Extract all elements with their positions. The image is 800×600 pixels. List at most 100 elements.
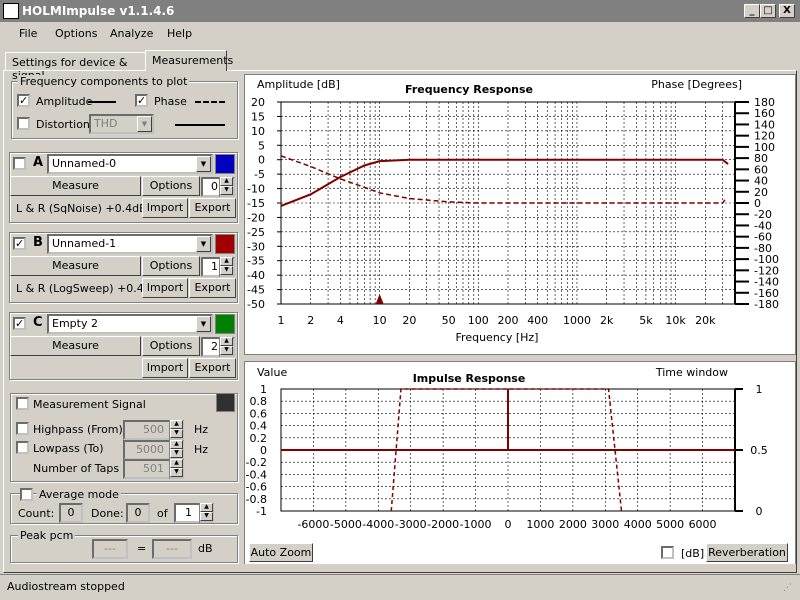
tab-measurements[interactable]: Measurements — [145, 50, 233, 71]
taps-spinner[interactable]: ▲ ▼ — [169, 459, 183, 479]
signal-color-swatch[interactable] — [216, 393, 235, 412]
frequency-response-panel[interactable]: Amplitude [dB] Phase [Degrees] Frequency R… — [244, 74, 796, 355]
close-button[interactable]: X — [779, 4, 795, 18]
menu-options[interactable]: Options — [55, 27, 97, 40]
x-tick-label: 10 — [373, 314, 387, 327]
peak-value-left: --- — [92, 539, 128, 559]
distortion-checkbox[interactable] — [17, 117, 30, 130]
y-tick-label: -40 — [247, 269, 265, 282]
impulse-response-panel[interactable]: ValueTime windowImpulse ResponseDistance… — [244, 361, 796, 564]
options-button[interactable]: Options — [142, 336, 200, 356]
tab-settings[interactable]: Settings for device & signal — [5, 52, 146, 82]
highpass-spinner[interactable]: ▲ ▼ — [169, 420, 183, 440]
done-value: 0 — [126, 503, 150, 523]
menu-help[interactable]: Help — [167, 27, 192, 40]
y-tick-label: -30 — [247, 240, 265, 253]
x-tick-label: 10k — [665, 314, 686, 327]
measure-button[interactable]: Measure — [10, 336, 141, 356]
y-tick-label: 15 — [251, 110, 265, 123]
maximize-button[interactable]: □ — [760, 4, 776, 18]
export-button[interactable]: Export — [189, 358, 236, 378]
y-tick-label: -45 — [247, 284, 265, 297]
status-text: Audiostream stopped — [7, 580, 125, 593]
x-tick-label: -1000 — [460, 518, 492, 531]
y2-axis-title: Time window — [655, 366, 728, 379]
x-tick-label: 100 — [468, 314, 489, 327]
lowpass-spinner[interactable]: ▲ ▼ — [169, 440, 183, 460]
highpass-checkbox[interactable] — [16, 422, 29, 435]
measurement-name-select[interactable]: Unnamed-1 ▼ — [47, 234, 213, 254]
x-tick-label: 1000 — [526, 518, 554, 531]
average-label: Average mode — [37, 488, 121, 501]
impulse-curve — [281, 389, 735, 451]
options-button[interactable]: Options — [142, 256, 200, 276]
measurement-name-select[interactable]: Unnamed-0 ▼ — [47, 154, 213, 174]
y-axis-title: Amplitude [dB] — [257, 78, 340, 91]
y-tick-label: -0.4 — [246, 468, 267, 481]
x-tick-label: 2000 — [559, 518, 587, 531]
options-button[interactable]: Options — [142, 176, 200, 196]
import-button[interactable]: Import — [142, 198, 188, 218]
count-label: Count: — [18, 507, 55, 520]
x-tick-label: 400 — [527, 314, 548, 327]
resize-grip-icon[interactable]: ⋰ — [783, 583, 792, 593]
y-tick-label: -0.6 — [246, 481, 267, 494]
peak-label: Peak pcm — [18, 529, 76, 542]
y-tick-label: -0.8 — [246, 493, 267, 506]
x-tick-label: 200 — [498, 314, 519, 327]
measurement-checkbox[interactable]: ✓ — [13, 317, 26, 330]
measure-button[interactable]: Measure — [10, 176, 141, 196]
measurement-checkbox[interactable]: ✓ — [13, 237, 26, 250]
import-button[interactable]: Import — [142, 358, 188, 378]
auto-zoom-button[interactable]: Auto Zoom — [249, 543, 313, 562]
measurement-index-spinner[interactable]: ▲ ▼ — [219, 337, 233, 357]
measurement-color-swatch[interactable] — [215, 234, 235, 254]
x-tick-label: 3000 — [591, 518, 619, 531]
phase-checkbox[interactable]: ✓ — [135, 94, 148, 107]
menu-analyze[interactable]: Analyze — [110, 27, 153, 40]
reverberation-button[interactable]: Reverberation — [706, 543, 788, 562]
db-checkbox[interactable] — [661, 546, 674, 559]
y2-tick-label: -180 — [754, 298, 779, 311]
minimize-button[interactable]: _ — [744, 4, 760, 18]
y-tick-label: -50 — [247, 298, 265, 311]
impulse-response-chart[interactable]: ValueTime windowImpulse ResponseDistance… — [245, 362, 795, 552]
y-tick-label: 0.2 — [250, 432, 268, 445]
taps-label: Number of Taps — [33, 462, 120, 475]
measurement-index-spinner[interactable]: ▲ ▼ — [219, 257, 233, 277]
measurement-name-select[interactable]: Empty 2 ▼ — [47, 314, 213, 334]
measurement-color-swatch[interactable] — [215, 154, 235, 174]
measurement-index-spinner[interactable]: ▲ ▼ — [219, 177, 233, 197]
x-tick-label: 20k — [695, 314, 716, 327]
export-button[interactable]: Export — [189, 198, 236, 218]
frequency-response-chart[interactable]: Amplitude [dB] Phase [Degrees] Frequency R… — [245, 75, 795, 354]
average-of-spinner[interactable]: ▲ ▼ — [199, 503, 213, 523]
distortion-label: Distortion — [36, 118, 90, 131]
measure-button[interactable]: Measure — [10, 256, 141, 276]
x-tick-label: 50 — [442, 314, 456, 327]
x-tick-label: -3000 — [395, 518, 427, 531]
x-tick-label: 20 — [402, 314, 416, 327]
y-tick-label: 0 — [260, 444, 267, 457]
x-tick-label: 5k — [639, 314, 653, 327]
lowpass-checkbox[interactable] — [16, 441, 29, 454]
measurement-color-swatch[interactable] — [215, 314, 235, 334]
amplitude-checkbox[interactable]: ✓ — [17, 94, 30, 107]
y-tick-label: -35 — [247, 255, 265, 268]
count-value: 0 — [59, 503, 83, 523]
y-axis-title: Value — [257, 366, 287, 379]
x-tick-label: -5000 — [330, 518, 362, 531]
measurement-signal-checkbox[interactable] — [16, 397, 29, 410]
peak-equals: = — [137, 542, 147, 555]
measurement-checkbox[interactable] — [13, 157, 26, 170]
export-button[interactable]: Export — [189, 278, 236, 298]
x-tick-label: 2 — [307, 314, 314, 327]
title-bar: HOLMImpulse v1.1.4.6 _ □ X — [0, 0, 800, 22]
menu-file[interactable]: File — [19, 27, 37, 40]
average-checkbox[interactable] — [20, 488, 33, 501]
done-label: Done: — [91, 507, 124, 520]
import-button[interactable]: Import — [142, 278, 188, 298]
y-tick-label: -25 — [247, 226, 265, 239]
distortion-select[interactable]: THD ▼ — [89, 114, 154, 134]
x-tick-label: 5000 — [656, 518, 684, 531]
